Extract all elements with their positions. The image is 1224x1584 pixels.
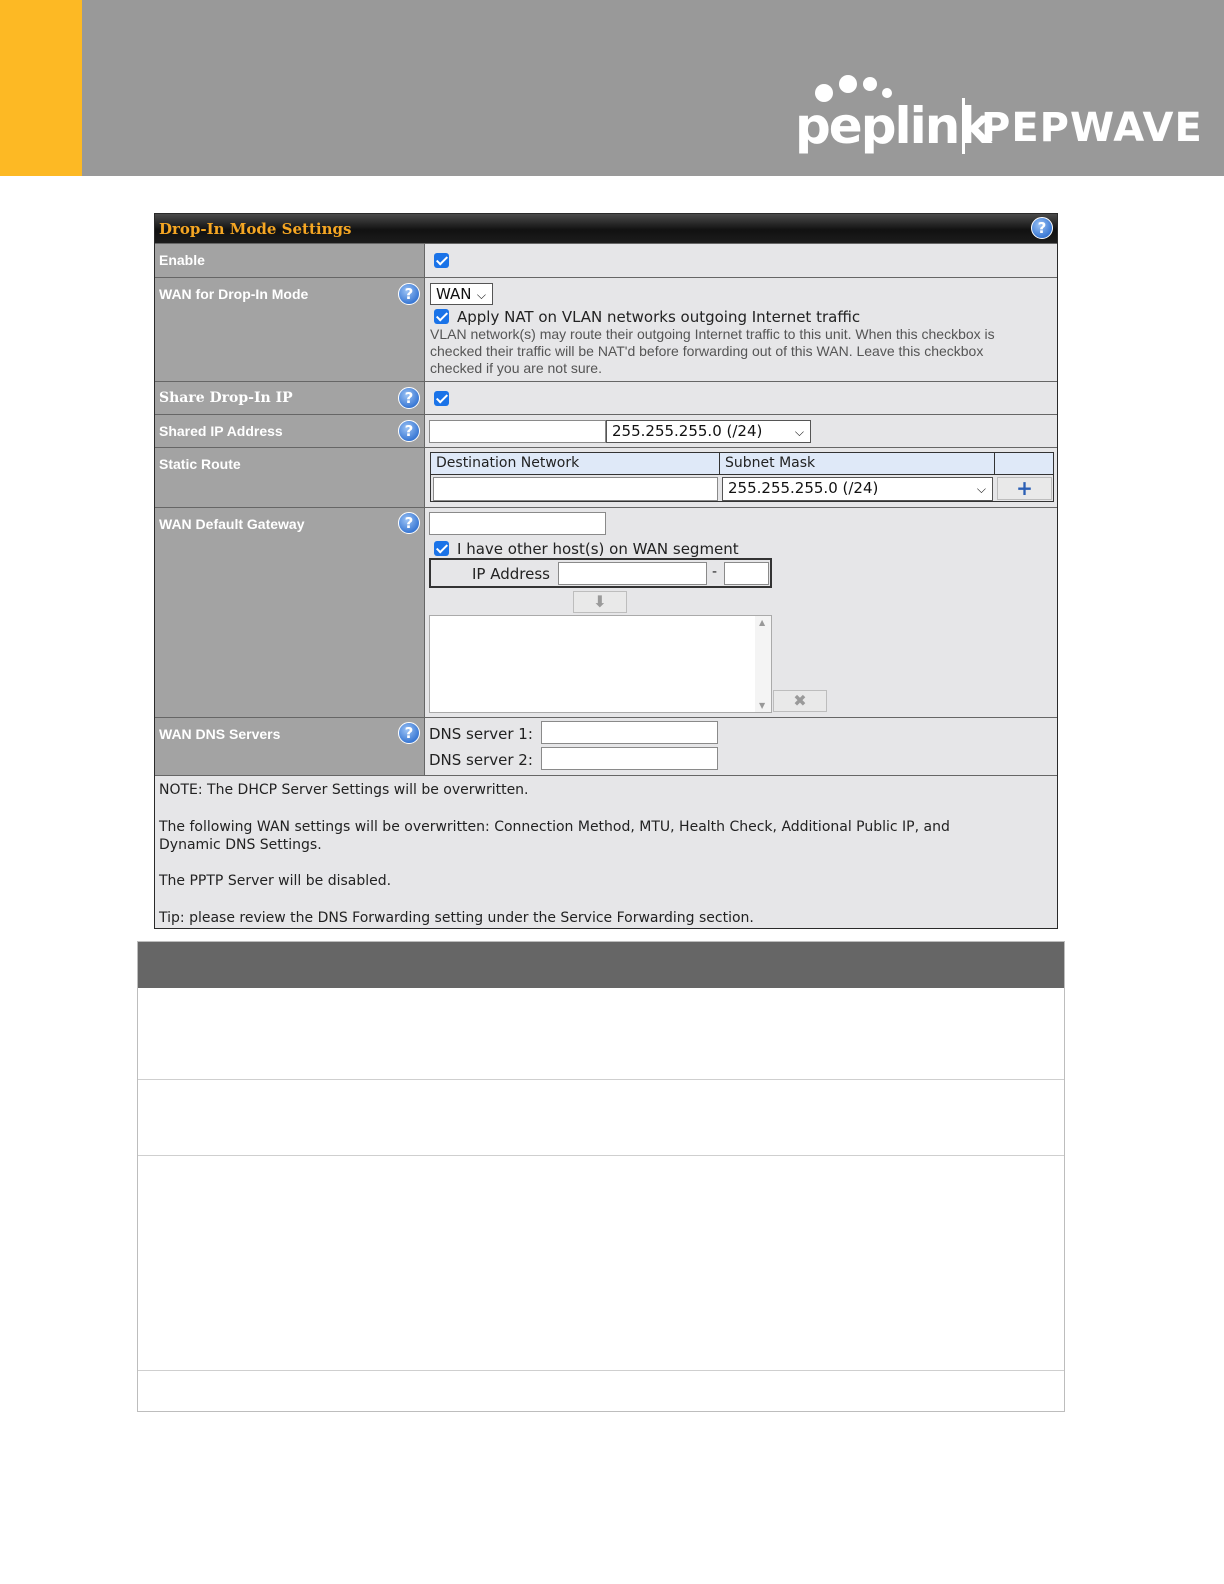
arrow-down-icon: ⬇ xyxy=(593,592,607,611)
wan-select-value: WAN xyxy=(436,285,472,303)
row-wan-drop-in: WAN for Drop-In Mode ? WAN ⌵ Apply NAT on… xyxy=(155,277,1057,381)
nat-help-line-3: checked if you are not sure. xyxy=(430,360,602,376)
scroll-down-icon: ▼ xyxy=(759,701,766,710)
nat-help-line-2: checked their traffic will be NAT'd befo… xyxy=(430,343,984,359)
static-route-table: Destination Network Subnet Mask 255.255.… xyxy=(430,452,1054,502)
empty-table-header xyxy=(138,942,1064,988)
row-shared-ip-address: Shared IP Address ? 255.255.255.0 (/24) ⌵ xyxy=(155,414,1057,447)
other-hosts-label: I have other host(s) on WAN segment xyxy=(457,540,739,558)
help-icon[interactable]: ? xyxy=(398,387,420,409)
share-drop-in-ip-label: Share Drop-In IP xyxy=(159,390,293,406)
dns-server-2-input[interactable] xyxy=(541,747,718,770)
note-wan-settings-line-2: Dynamic DNS Settings. xyxy=(159,837,322,853)
destination-network-input[interactable] xyxy=(433,477,718,501)
row-wan-default-gateway: WAN Default Gateway ? I have other host(… xyxy=(155,507,1057,717)
nat-help-line-1: VLAN network(s) may route their outgoing… xyxy=(430,326,995,342)
apply-nat-help-text: VLAN network(s) may route their outgoing… xyxy=(430,326,995,377)
close-icon: ✖ xyxy=(793,691,807,710)
help-icon[interactable]: ? xyxy=(398,420,420,442)
route-subnet-mask-select[interactable]: 255.255.255.0 (/24) ⌵ xyxy=(722,477,993,501)
ip-address-label: IP Address xyxy=(472,565,550,583)
row-static-route: Static Route Destination Network Subnet … xyxy=(155,447,1057,507)
hosts-list-scrollbar[interactable]: ▲ ▼ xyxy=(755,616,771,712)
shared-ip-mask-value: 255.255.255.0 (/24) xyxy=(612,422,763,440)
enable-checkbox[interactable] xyxy=(434,253,449,268)
ip-range-start-input[interactable] xyxy=(558,562,707,585)
column-header-subnet-mask: Subnet Mask xyxy=(720,453,995,475)
table-row-divider xyxy=(138,1370,1064,1371)
add-route-button[interactable]: + xyxy=(997,477,1052,500)
route-subnet-mask-value: 255.255.255.0 (/24) xyxy=(728,479,879,497)
shared-ip-address-label: Shared IP Address xyxy=(159,423,283,439)
ip-range-separator: - xyxy=(712,564,718,580)
other-hosts-checkbox[interactable] xyxy=(434,541,449,556)
share-drop-in-ip-checkbox[interactable] xyxy=(434,391,449,406)
logo-peplink-text: peplink xyxy=(795,97,992,155)
table-row-divider xyxy=(138,1079,1064,1080)
wan-dns-servers-label: WAN DNS Servers xyxy=(159,726,281,742)
shared-ip-input[interactable] xyxy=(429,420,606,443)
add-host-button[interactable]: ⬇ xyxy=(573,591,627,613)
row-enable: Enable xyxy=(155,243,1057,277)
column-header-action xyxy=(995,453,1053,475)
scroll-up-icon: ▲ xyxy=(759,618,766,627)
ip-range-end-input[interactable] xyxy=(724,562,769,585)
static-route-label: Static Route xyxy=(159,456,241,472)
help-icon[interactable]: ? xyxy=(398,283,420,305)
dns-server-2-label: DNS server 2: xyxy=(429,751,533,769)
wan-default-gateway-input[interactable] xyxy=(429,512,606,535)
wan-default-gateway-label: WAN Default Gateway xyxy=(159,516,305,532)
note-tip-dns-forwarding: Tip: please review the DNS Forwarding se… xyxy=(159,910,754,926)
help-icon[interactable]: ? xyxy=(398,722,420,744)
notes-section: NOTE: The DHCP Server Settings will be o… xyxy=(155,775,1057,928)
drop-in-mode-settings-panel: Drop-In Mode Settings ? Enable WAN for D… xyxy=(154,213,1058,929)
chevron-down-icon: ⌵ xyxy=(976,482,986,496)
note-pptp: The PPTP Server will be disabled. xyxy=(159,873,392,889)
wan-select[interactable]: WAN ⌵ xyxy=(430,283,493,305)
wan-drop-in-label: WAN for Drop-In Mode xyxy=(159,286,309,302)
hosts-list-box[interactable]: ▲ ▼ xyxy=(429,615,772,713)
column-header-destination-text: Destination Network xyxy=(436,455,580,471)
remove-host-button[interactable]: ✖ xyxy=(773,690,827,712)
chevron-down-icon: ⌵ xyxy=(794,425,804,439)
panel-title: Drop-In Mode Settings xyxy=(159,220,352,238)
header-accent-bar xyxy=(0,0,82,176)
apply-nat-checkbox[interactable] xyxy=(434,309,449,324)
ip-range-box: IP Address - xyxy=(429,558,772,588)
shared-ip-mask-select[interactable]: 255.255.255.0 (/24) ⌵ xyxy=(606,420,811,443)
help-icon[interactable]: ? xyxy=(398,512,420,534)
column-header-subnet-mask-text: Subnet Mask xyxy=(725,455,816,471)
row-wan-dns-servers: WAN DNS Servers ? DNS server 1: DNS serv… xyxy=(155,717,1057,775)
empty-reference-table xyxy=(137,941,1065,1412)
brand-logo: peplink PEPWAVE xyxy=(795,74,1202,158)
panel-title-bar: Drop-In Mode Settings ? xyxy=(155,214,1057,243)
note-wan-settings-line-1: The following WAN settings will be overw… xyxy=(159,819,950,835)
chevron-down-icon: ⌵ xyxy=(476,288,486,302)
row-share-drop-in-ip: Share Drop-In IP ? xyxy=(155,381,1057,414)
plus-icon: + xyxy=(1016,476,1033,500)
logo-pepwave-text: PEPWAVE xyxy=(981,105,1203,151)
apply-nat-label: Apply NAT on VLAN networks outgoing Inte… xyxy=(457,308,861,326)
page-header: peplink PEPWAVE xyxy=(0,0,1224,176)
table-row-divider xyxy=(138,1155,1064,1156)
dns-server-1-label: DNS server 1: xyxy=(429,725,533,743)
logo-divider xyxy=(962,98,965,154)
enable-label: Enable xyxy=(159,252,205,268)
column-header-destination: Destination Network xyxy=(431,453,720,475)
dns-server-1-input[interactable] xyxy=(541,721,718,744)
note-dhcp: NOTE: The DHCP Server Settings will be o… xyxy=(159,782,529,798)
help-icon[interactable]: ? xyxy=(1031,217,1053,239)
